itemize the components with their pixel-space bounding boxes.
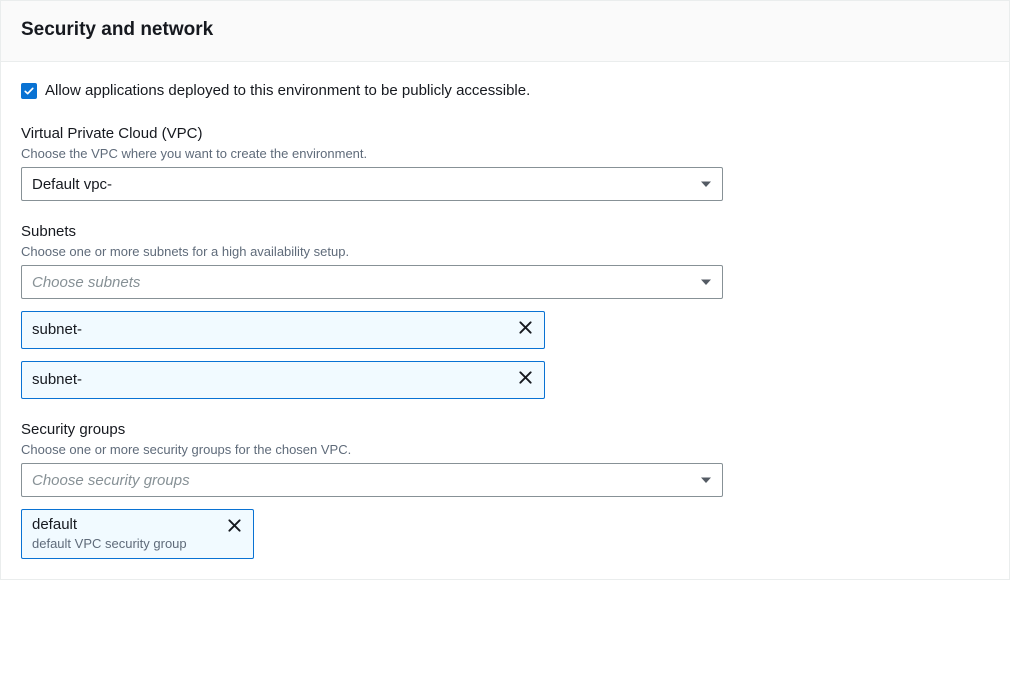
subnets-section: Subnets Choose one or more subnets for a… — [21, 223, 989, 399]
subnet-tag-label: subnet- — [32, 321, 82, 340]
security-groups-select-placeholder: Choose security groups — [32, 472, 190, 489]
security-network-panel: Security and network Allow applications … — [0, 0, 1010, 580]
security-group-tag-remove-button[interactable] — [225, 516, 244, 535]
security-groups-select[interactable]: Choose security groups — [21, 463, 723, 497]
security-group-tag-label: default — [32, 516, 187, 535]
vpc-select-value: Default vpc- — [32, 176, 112, 193]
caret-down-icon — [700, 276, 712, 288]
security-group-tag: default default VPC security group — [21, 509, 254, 559]
close-icon — [227, 518, 242, 533]
security-group-tag-body: default default VPC security group — [32, 516, 187, 552]
caret-down-icon — [700, 178, 712, 190]
subnet-tag-remove-button[interactable] — [516, 318, 535, 337]
panel-title: Security and network — [21, 19, 989, 41]
subnets-select-placeholder: Choose subnets — [32, 274, 140, 291]
security-groups-tag-list: default default VPC security group — [21, 509, 989, 559]
subnet-tag: subnet- — [21, 361, 545, 399]
publicly-accessible-label: Allow applications deployed to this envi… — [45, 82, 530, 99]
subnets-select[interactable]: Choose subnets — [21, 265, 723, 299]
subnets-description: Choose one or more subnets for a high av… — [21, 244, 989, 259]
security-groups-description: Choose one or more security groups for t… — [21, 442, 989, 457]
subnet-tag: subnet- — [21, 311, 545, 349]
check-icon — [23, 85, 35, 97]
panel-body: Allow applications deployed to this envi… — [1, 62, 1009, 579]
security-groups-label: Security groups — [21, 421, 989, 438]
caret-down-icon — [700, 474, 712, 486]
subnets-label: Subnets — [21, 223, 989, 240]
subnet-tag-remove-button[interactable] — [516, 368, 535, 387]
subnet-tag-label: subnet- — [32, 371, 82, 390]
security-groups-section: Security groups Choose one or more secur… — [21, 421, 989, 559]
panel-header: Security and network — [1, 1, 1009, 62]
publicly-accessible-row: Allow applications deployed to this envi… — [21, 82, 989, 99]
close-icon — [518, 370, 533, 385]
publicly-accessible-checkbox[interactable] — [21, 83, 37, 99]
vpc-description: Choose the VPC where you want to create … — [21, 146, 989, 161]
close-icon — [518, 320, 533, 335]
vpc-section: Virtual Private Cloud (VPC) Choose the V… — [21, 125, 989, 201]
security-group-tag-sublabel: default VPC security group — [32, 536, 187, 552]
subnets-tag-list: subnet- subnet- — [21, 311, 989, 399]
vpc-label: Virtual Private Cloud (VPC) — [21, 125, 989, 142]
vpc-select[interactable]: Default vpc- — [21, 167, 723, 201]
